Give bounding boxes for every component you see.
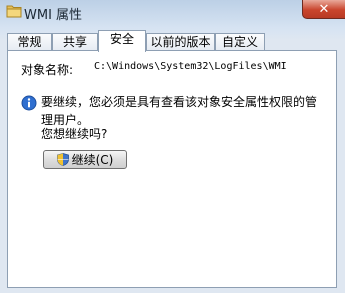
info-icon [21, 95, 37, 111]
security-panel: 对象名称: C:\Windows\System32\LogFiles\WMI 要… [7, 50, 337, 288]
object-name-value: C:\Windows\System32\LogFiles\WMI [94, 61, 287, 72]
continue-question: 您想继续吗? [41, 127, 108, 141]
continue-button-label: 继续(C) [71, 153, 114, 167]
title-bar[interactable]: WMI 属性 ✕ [0, 0, 345, 26]
tab-sharing[interactable]: 共享 [52, 33, 98, 51]
tab-general[interactable]: 常规 [7, 33, 52, 51]
tab-security[interactable]: 安全 [98, 30, 146, 52]
properties-window: WMI 属性 ✕ 常规 共享 安全 以前的版本 自定义 对象名称: C:\Win… [0, 0, 345, 293]
folder-icon [6, 5, 22, 18]
tab-previous-versions[interactable]: 以前的版本 [146, 33, 215, 51]
tab-strip: 常规 共享 安全 以前的版本 自定义 [7, 30, 337, 52]
object-name-label: 对象名称: [21, 63, 74, 77]
window-title: WMI 属性 [24, 8, 83, 23]
close-button[interactable]: ✕ [302, 0, 345, 19]
permission-message: 要继续，您必须是具有查看该对象安全属性权限的管理用户。 [41, 95, 318, 127]
tab-customize[interactable]: 自定义 [215, 33, 265, 51]
continue-button[interactable]: 继续(C) [43, 150, 127, 169]
uac-shield-icon [56, 153, 69, 166]
